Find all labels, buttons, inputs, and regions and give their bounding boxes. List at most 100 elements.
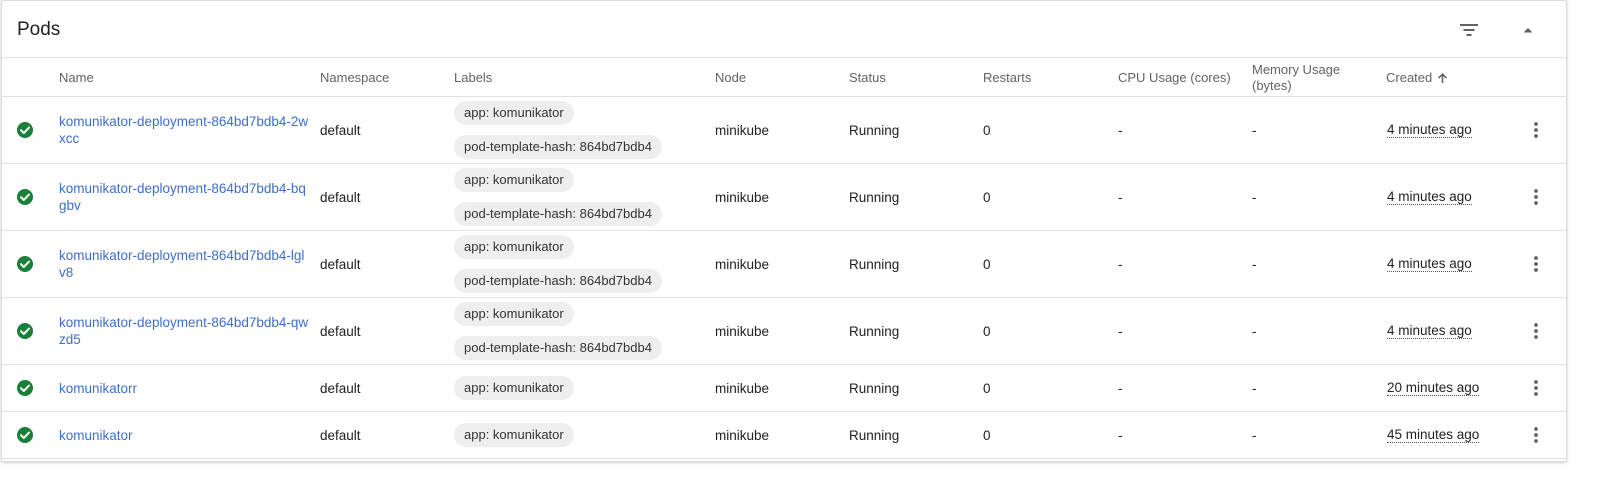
created-cell: 45 minutes ago	[1387, 412, 1480, 458]
table-row: komunikator default app: komunikator min…	[2, 412, 1566, 459]
row-actions-button[interactable]	[1524, 412, 1548, 458]
created-time: 4 minutes ago	[1387, 256, 1472, 272]
namespace-cell: default	[320, 380, 361, 396]
column-header-name[interactable]: Name	[59, 58, 94, 97]
status-cell	[16, 231, 34, 297]
labels-cell: app: komunikator pod-template-hash: 864bd…	[454, 231, 662, 297]
pod-name-link[interactable]: komunikatorr	[59, 380, 137, 397]
labels-cell: app: komunikator pod-template-hash: 864bd…	[454, 164, 662, 230]
pod-name-cell: komunikator-deployment-864bd7bdb4-bqgbv	[59, 164, 309, 230]
memory-usage-cell: -	[1252, 380, 1257, 396]
column-header-namespace[interactable]: Namespace	[320, 58, 389, 97]
restarts-cell: 0	[983, 189, 991, 205]
label-chip: pod-template-hash: 864bd7bdb4	[454, 135, 662, 159]
node-cell: minikube	[715, 427, 770, 443]
column-header-cpu: CPU Usage (cores)	[1118, 69, 1231, 85]
arrow-upward-icon	[1437, 72, 1448, 84]
pod-name-link[interactable]: komunikator-deployment-864bd7bdb4-bqgbv	[59, 180, 309, 214]
column-header-status[interactable]: Status	[849, 58, 886, 97]
node-cell: minikube	[715, 256, 770, 272]
cpu-usage-cell: -	[1118, 380, 1123, 396]
created-time: 45 minutes ago	[1387, 427, 1480, 443]
table-header: Name Namespace Labels Node Status Restar…	[2, 58, 1566, 97]
node-cell: minikube	[715, 380, 770, 396]
row-actions-button[interactable]	[1524, 97, 1548, 163]
table-row: komunikator-deployment-864bd7bdb4-bqgbv …	[2, 164, 1566, 231]
pods-card: Pods Name Namespace Labels Node Status R…	[1, 0, 1567, 462]
memory-usage-cell: -	[1252, 189, 1257, 205]
restarts-cell: 0	[983, 256, 991, 272]
namespace-cell: default	[320, 323, 361, 339]
label-chip: app: komunikator	[454, 235, 574, 259]
check-circle-icon	[17, 380, 33, 396]
status-cell	[16, 365, 34, 411]
restarts-cell: 0	[983, 427, 991, 443]
namespace-cell: default	[320, 256, 361, 272]
column-header-memory: Memory Usage (bytes)	[1252, 61, 1341, 93]
row-actions-button[interactable]	[1524, 298, 1548, 364]
more-vert-icon	[1534, 189, 1538, 205]
pod-name-cell: komunikator-deployment-864bd7bdb4-lglv8	[59, 231, 309, 297]
created-cell: 4 minutes ago	[1387, 164, 1472, 230]
arrow-drop-up-icon	[1523, 28, 1533, 33]
pod-name-link[interactable]: komunikator-deployment-864bd7bdb4-2wxcc	[59, 113, 309, 147]
label-chip: app: komunikator	[454, 376, 574, 400]
pod-name-link[interactable]: komunikator-deployment-864bd7bdb4-lglv8	[59, 247, 309, 281]
status-cell	[16, 298, 34, 364]
created-time: 4 minutes ago	[1387, 189, 1472, 205]
created-cell: 20 minutes ago	[1387, 365, 1480, 411]
pod-name-link[interactable]: komunikator-deployment-864bd7bdb4-qwzd5	[59, 314, 309, 348]
created-time: 20 minutes ago	[1387, 380, 1480, 396]
collapse-button[interactable]	[1511, 13, 1545, 47]
status-cell	[16, 412, 34, 458]
more-vert-icon	[1534, 256, 1538, 272]
column-header-node[interactable]: Node	[715, 58, 746, 97]
labels-cell: app: komunikator pod-template-hash: 864bd…	[454, 97, 662, 163]
check-circle-icon	[17, 189, 33, 205]
memory-usage-cell: -	[1252, 122, 1257, 138]
cpu-usage-cell: -	[1118, 256, 1123, 272]
node-cell: minikube	[715, 122, 770, 138]
memory-usage-cell: -	[1252, 427, 1257, 443]
pod-name-link[interactable]: komunikator	[59, 427, 133, 444]
status-text: Running	[849, 256, 900, 272]
table-row: komunikatorr default app: komunikator mi…	[2, 365, 1566, 412]
created-cell: 4 minutes ago	[1387, 97, 1472, 163]
more-vert-icon	[1534, 380, 1538, 396]
check-circle-icon	[17, 122, 33, 138]
cpu-usage-cell: -	[1118, 427, 1123, 443]
pod-name-cell: komunikator-deployment-864bd7bdb4-2wxcc	[59, 97, 309, 163]
table-row: komunikator-deployment-864bd7bdb4-2wxcc …	[2, 97, 1566, 164]
label-chip: app: komunikator	[454, 302, 574, 326]
filter-button[interactable]	[1452, 13, 1486, 47]
check-circle-icon	[17, 323, 33, 339]
memory-usage-cell: -	[1252, 256, 1257, 272]
row-actions-button[interactable]	[1524, 231, 1548, 297]
row-actions-button[interactable]	[1524, 365, 1548, 411]
namespace-cell: default	[320, 122, 361, 138]
more-vert-icon	[1534, 323, 1538, 339]
check-circle-icon	[17, 256, 33, 272]
restarts-cell: 0	[983, 323, 991, 339]
label-chip: pod-template-hash: 864bd7bdb4	[454, 336, 662, 360]
row-actions-button[interactable]	[1524, 164, 1548, 230]
column-header-created[interactable]: Created	[1386, 58, 1448, 97]
status-text: Running	[849, 380, 900, 396]
cpu-usage-cell: -	[1118, 323, 1123, 339]
column-header-restarts[interactable]: Restarts	[983, 58, 1031, 97]
status-text: Running	[849, 427, 900, 443]
status-cell	[16, 97, 34, 163]
more-vert-icon	[1534, 427, 1538, 443]
status-text: Running	[849, 122, 900, 138]
table-row: komunikator-deployment-864bd7bdb4-qwzd5 …	[2, 298, 1566, 365]
card-header: Pods	[2, 1, 1566, 58]
label-chip: app: komunikator	[454, 168, 574, 192]
labels-cell: app: komunikator	[454, 365, 574, 411]
restarts-cell: 0	[983, 380, 991, 396]
label-chip: app: komunikator	[454, 101, 574, 125]
memory-usage-cell: -	[1252, 323, 1257, 339]
namespace-cell: default	[320, 189, 361, 205]
node-cell: minikube	[715, 323, 770, 339]
label-chip: pod-template-hash: 864bd7bdb4	[454, 269, 662, 293]
pod-name-cell: komunikator-deployment-864bd7bdb4-qwzd5	[59, 298, 309, 364]
